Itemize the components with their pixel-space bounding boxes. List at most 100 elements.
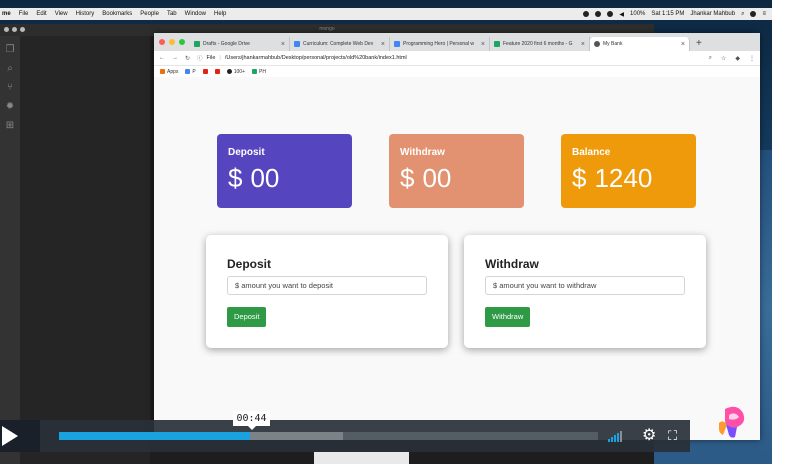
bookmark-label: P <box>192 68 196 75</box>
current-time: 00:44 <box>233 411 270 430</box>
menu-app-name[interactable]: me <box>2 11 11 17</box>
withdraw-card-label: Withdraw <box>400 147 445 158</box>
deposit-amount: 00 <box>250 163 280 193</box>
withdraw-card-value: $00 <box>400 163 451 194</box>
info-icon[interactable]: ⓘ <box>197 54 203 62</box>
withdraw-button[interactable]: Withdraw <box>485 307 531 327</box>
new-tab-button[interactable]: + <box>690 37 708 51</box>
bank-page: Deposit $00 Withdraw $00 Balance $1240 D… <box>154 77 760 440</box>
balance-card-label: Balance <box>572 147 611 158</box>
extension-icon[interactable]: ◆ <box>735 55 740 62</box>
wifi-icon[interactable] <box>607 11 614 17</box>
battery-percent[interactable]: 100% <box>630 11 645 17</box>
close-tab-icon[interactable]: × <box>681 41 685 48</box>
deposit-button[interactable]: Deposit <box>227 307 267 327</box>
tab-title: Drafts - Google Drive <box>203 41 250 47</box>
volume-level-bar <box>617 433 619 442</box>
deposit-card-value: $00 <box>228 163 279 194</box>
bookmark-apps[interactable]: Apps <box>160 69 178 75</box>
programming-hero-logo <box>719 406 745 438</box>
menu-history[interactable]: History <box>76 11 95 17</box>
debug-icon[interactable]: ✹ <box>0 101 20 112</box>
bookmark-100[interactable]: 100+ <box>226 69 245 75</box>
drive-icon <box>252 69 258 74</box>
currency-symbol: $ <box>400 163 415 193</box>
close-tab-icon[interactable]: × <box>381 41 385 48</box>
tab-my-bank[interactable]: My Bank × <box>590 37 690 51</box>
maximize-icon[interactable] <box>179 39 185 45</box>
status-icon[interactable] <box>595 11 602 17</box>
extensions-icon[interactable]: ⊞ <box>0 120 20 131</box>
close-tab-icon[interactable]: × <box>581 41 585 48</box>
url-separator: | <box>219 55 221 61</box>
url-text[interactable]: /Users/jhankarmahbub/Desktop/personal/pr… <box>225 55 407 61</box>
vscode-sidebar <box>20 36 150 464</box>
tab-title: Feature 2020 first 6 months - G <box>503 41 573 47</box>
siri-icon[interactable] <box>750 11 757 17</box>
volume-level-bar <box>611 437 613 442</box>
tab-title: My Bank <box>603 41 623 47</box>
user-name[interactable]: Jhankar Mahbub <box>690 11 735 17</box>
bookmark-youtube[interactable] <box>202 69 208 74</box>
deposit-panel-title: Deposit <box>227 257 272 271</box>
menu-people[interactable]: People <box>140 11 159 17</box>
close-tab-icon[interactable]: × <box>481 41 485 48</box>
docs-favicon-icon <box>294 41 300 47</box>
tab-curriculum[interactable]: Curriculum: Complete Web Dev × <box>290 37 390 51</box>
browser-window: Drafts - Google Drive × Curriculum: Compl… <box>154 33 760 440</box>
youtube-icon <box>214 69 220 74</box>
menu-tab[interactable]: Tab <box>167 11 177 17</box>
deposit-amount-input[interactable]: $ amount you want to deposit <box>227 276 427 295</box>
bookmark-star-icon[interactable]: ☆ <box>721 55 726 62</box>
status-icon[interactable] <box>583 11 590 17</box>
withdraw-card: Withdraw $00 <box>389 134 524 208</box>
tab-programming-hero[interactable]: Programming Hero | Personal w × <box>390 37 490 51</box>
menu-edit[interactable]: Edit <box>36 11 46 17</box>
menu-file[interactable]: File <box>19 11 29 17</box>
tab-feature-2020[interactable]: Feature 2020 first 6 months - G × <box>490 37 590 51</box>
spotlight-icon[interactable]: ⌕ <box>741 11 744 18</box>
settings-gear-icon[interactable]: ⚙ <box>642 428 656 444</box>
bookmark-label: PH <box>259 68 266 75</box>
play-icon <box>2 426 18 446</box>
mac-menu-bar: me File Edit View History Bookmarks Peop… <box>0 8 772 20</box>
tab-drafts[interactable]: Drafts - Google Drive × <box>190 37 290 51</box>
volume-icon[interactable] <box>608 430 622 442</box>
bookmark-youtube[interactable] <box>214 69 220 74</box>
menu-list-icon[interactable]: ≡ <box>762 11 766 17</box>
fullscreen-icon[interactable]: ⛶ <box>668 429 677 442</box>
menu-view[interactable]: View <box>55 11 68 17</box>
reload-icon[interactable]: ↻ <box>185 55 190 62</box>
close-icon[interactable] <box>159 39 165 45</box>
zoom-icon[interactable]: ⌕ <box>709 55 712 62</box>
source-control-icon[interactable]: ⑂ <box>0 82 20 93</box>
bookmark-p[interactable]: P <box>185 68 196 75</box>
video-seek-bar[interactable] <box>59 432 598 440</box>
balance-amount: 1240 <box>594 163 653 193</box>
withdraw-amount-input[interactable]: $ amount you want to withdraw <box>485 276 685 295</box>
menu-window[interactable]: Window <box>185 11 206 17</box>
search-icon[interactable]: ⌕ <box>0 63 20 74</box>
menu-bookmarks[interactable]: Bookmarks <box>102 11 132 17</box>
menu-help[interactable]: Help <box>214 11 226 17</box>
docs-favicon-icon <box>394 41 400 47</box>
deposit-panel: Deposit $ amount you want to deposit Dep… <box>206 235 448 348</box>
tab-strip: Drafts - Google Drive × Curriculum: Compl… <box>154 33 760 51</box>
tab-title: Programming Hero | Personal w <box>403 41 475 47</box>
close-tab-icon[interactable]: × <box>281 41 285 48</box>
forward-icon[interactable]: → <box>172 55 178 61</box>
back-icon[interactable]: ← <box>159 55 165 61</box>
minimize-icon[interactable] <box>169 39 175 45</box>
volume-menu-icon[interactable]: ◀ <box>619 11 624 18</box>
docs-icon <box>185 69 191 74</box>
address-bar[interactable]: ⓘ File | /Users/jhankarmahbub/Desktop/pe… <box>197 54 702 62</box>
bookmark-ph[interactable]: PH <box>252 69 266 75</box>
more-icon[interactable]: ⋮ <box>749 55 755 62</box>
played-bar <box>59 432 250 440</box>
clock[interactable]: Sat 1:15 PM <box>651 11 684 17</box>
vscode-activity-bar: ❐ ⌕ ⑂ ✹ ⊞ <box>0 36 20 464</box>
apps-grid-icon <box>160 69 165 74</box>
explorer-icon[interactable]: ❐ <box>0 44 20 55</box>
play-button[interactable] <box>0 420 40 452</box>
volume-level-bar <box>620 431 622 442</box>
